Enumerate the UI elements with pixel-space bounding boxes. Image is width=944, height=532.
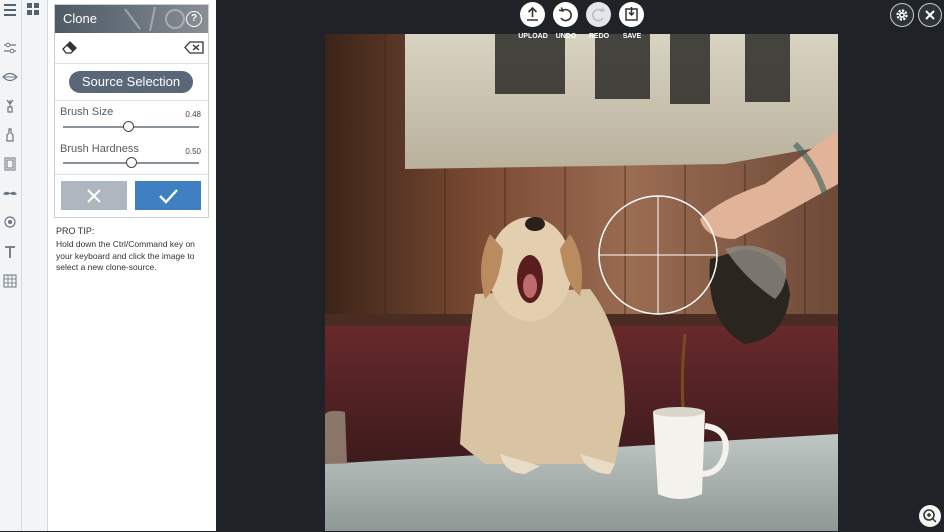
save-button[interactable] xyxy=(619,2,644,27)
gear-icon xyxy=(896,9,908,21)
brush-size-slider[interactable] xyxy=(63,121,199,132)
paint-bottle-icon[interactable] xyxy=(2,127,18,143)
brush-hardness-handle[interactable] xyxy=(126,157,137,168)
clone-header: Clone ? xyxy=(55,5,208,33)
text-icon[interactable] xyxy=(2,244,18,260)
tool-rail xyxy=(0,0,22,531)
grid-icon[interactable] xyxy=(27,3,40,16)
panel-title: Clone xyxy=(63,11,97,26)
cancel-button[interactable] xyxy=(61,181,127,210)
save-label: SAVE xyxy=(622,33,642,40)
photo-image xyxy=(325,34,838,531)
redo-button[interactable] xyxy=(586,2,611,27)
apply-button[interactable] xyxy=(135,181,201,210)
eraser-icon[interactable] xyxy=(62,40,78,54)
brush-hardness-slider[interactable] xyxy=(63,157,199,168)
brush-size-handle[interactable] xyxy=(123,121,135,132)
undo-button[interactable] xyxy=(553,2,578,27)
upload-icon xyxy=(527,6,538,21)
close-icon xyxy=(925,10,935,20)
menu-icon[interactable] xyxy=(2,2,18,18)
secondary-rail xyxy=(22,0,48,531)
clone-card: Clone ? Source Selection Brush Size 0.48… xyxy=(54,4,209,218)
sticker-icon[interactable] xyxy=(2,214,18,230)
source-selection-button[interactable]: Source Selection xyxy=(69,71,193,93)
clone-tool-row xyxy=(55,33,208,64)
check-icon xyxy=(159,189,178,204)
brush-icon[interactable] xyxy=(2,98,18,114)
settings-button[interactable] xyxy=(890,3,914,27)
photo-canvas[interactable] xyxy=(325,34,838,531)
pro-tip-title: PRO TIP: xyxy=(56,226,95,236)
help-icon[interactable]: ? xyxy=(186,11,202,27)
zoom-button[interactable] xyxy=(919,505,941,527)
zoom-in-icon xyxy=(923,509,937,523)
eye-icon[interactable] xyxy=(2,69,18,85)
close-icon xyxy=(87,189,101,203)
divider xyxy=(55,100,208,101)
frame-icon[interactable] xyxy=(2,156,18,172)
brush-size-value: 0.48 xyxy=(185,110,201,119)
redo-icon xyxy=(592,7,606,22)
close-button[interactable] xyxy=(918,3,942,27)
texture-icon[interactable] xyxy=(2,273,18,289)
clear-backspace-icon[interactable] xyxy=(184,41,204,54)
brush-hardness-value: 0.50 xyxy=(185,147,201,156)
pro-tip-text: Hold down the Ctrl/Command key on your k… xyxy=(56,239,195,272)
brush-size-label: Brush Size xyxy=(60,106,114,118)
mustache-icon[interactable] xyxy=(2,185,18,201)
divider xyxy=(55,174,208,175)
adjust-sliders-icon[interactable] xyxy=(2,40,18,56)
upload-button[interactable] xyxy=(520,2,545,27)
undo-icon xyxy=(558,7,572,22)
save-icon xyxy=(625,7,638,21)
brush-hardness-label: Brush Hardness xyxy=(60,143,139,155)
